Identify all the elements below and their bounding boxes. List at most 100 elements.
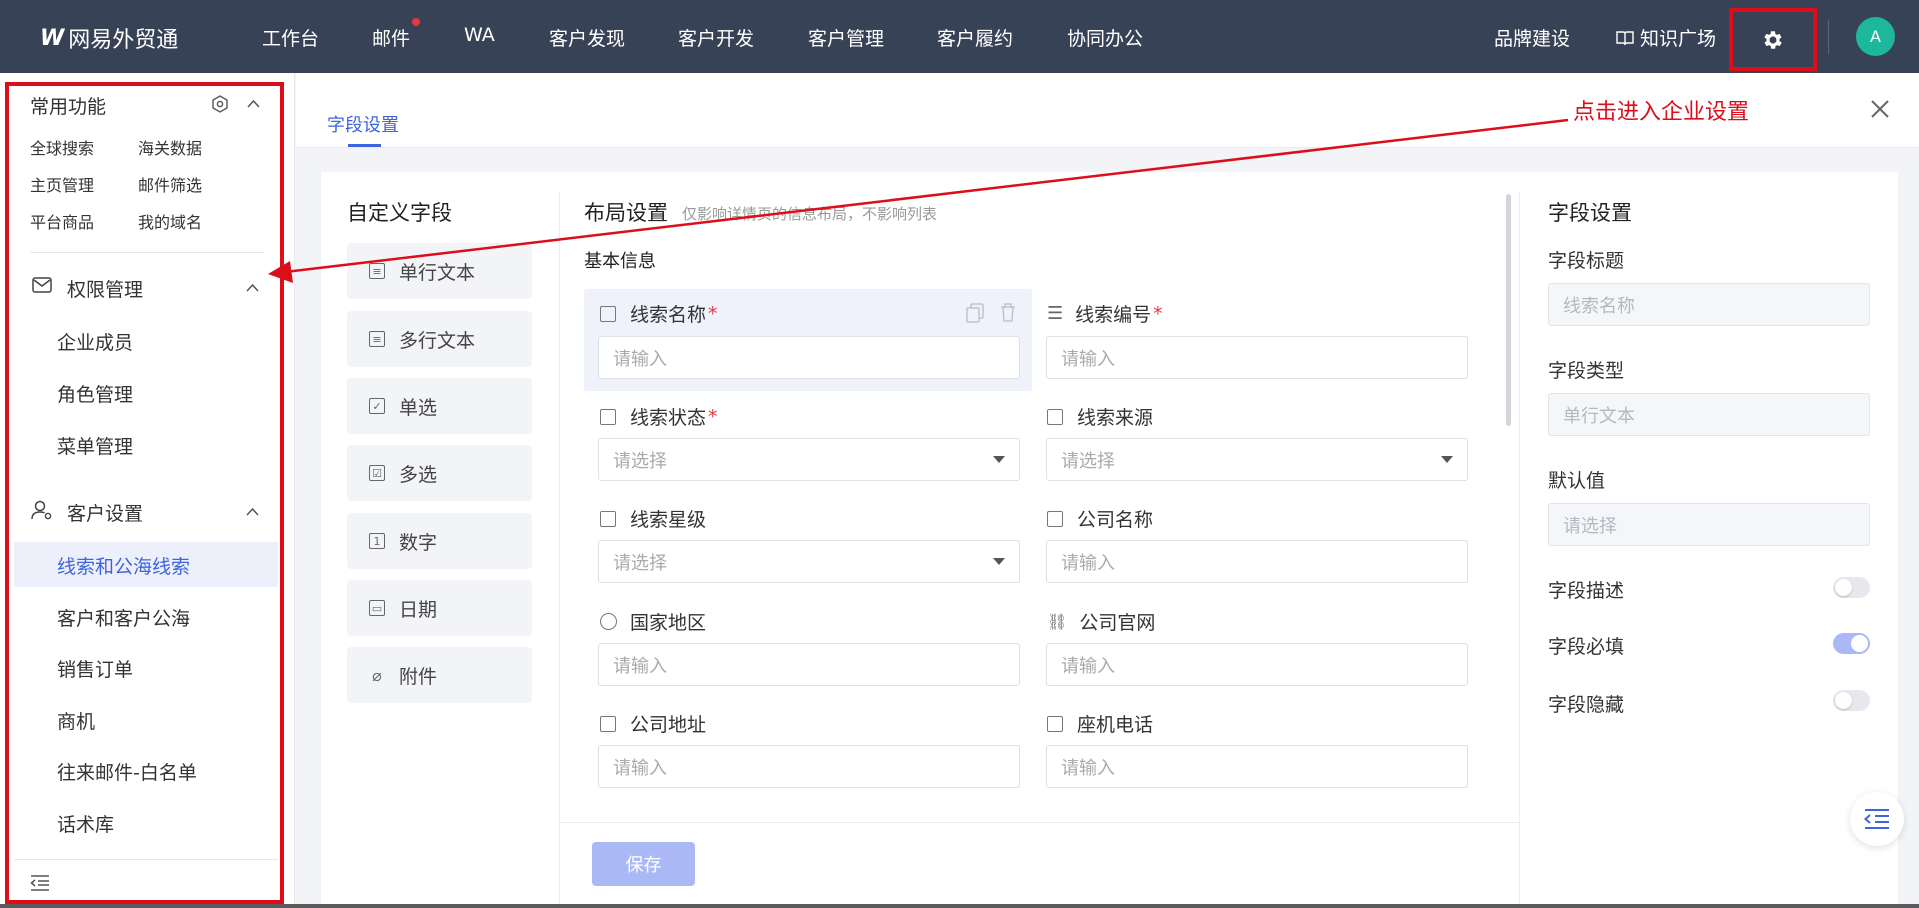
user-avatar[interactable]: A [1856,17,1895,56]
lead-number-input[interactable]: 请输入 [1046,336,1468,379]
nav-mail[interactable]: 邮件 [372,18,421,51]
toggle-label-description: 字段描述 [1548,580,1625,602]
sidebar-item-enterprise-members[interactable]: 企业成员 [57,328,133,355]
toggle-required[interactable] [1833,633,1870,654]
chevron-up-icon[interactable] [246,283,259,292]
sidebar-group-customer-settings[interactable]: 客户设置 [67,499,143,526]
quick-link-global-search[interactable]: 全球搜索 [30,135,94,159]
sidebar-group-permissions[interactable]: 权限管理 [67,275,143,302]
field-type-input[interactable]: 单行文本 [1548,393,1870,436]
sidebar-item-mail-whitelist[interactable]: 往来邮件-白名单 [57,758,197,785]
field-label-company-address[interactable]: 公司地址 [600,710,706,737]
company-address-input[interactable]: 请输入 [598,745,1020,788]
close-icon[interactable] [1867,96,1893,122]
nav-knowledge-square[interactable]: 知识广场 [1616,24,1716,51]
lead-rating-select[interactable]: 请选择 [598,540,1020,583]
field-label-company-name[interactable]: 公司名称 [1047,505,1153,532]
field-type-number[interactable]: 1 数字 [347,513,532,569]
quick-link-my-domain[interactable]: 我的域名 [138,209,202,233]
text-field-icon [600,305,616,322]
nav-customer-development[interactable]: 客户开发 [678,24,754,51]
nav-brand-building[interactable]: 品牌建设 [1494,24,1570,51]
footer-divider [560,822,1519,823]
lead-source-select[interactable]: 请选择 [1046,438,1468,481]
field-label-text: 公司官网 [1079,612,1156,634]
field-type-attachment[interactable]: ⌀ 附件 [347,647,532,703]
company-website-input[interactable]: 请输入 [1046,643,1468,686]
nav-workbench[interactable]: 工作台 [262,24,319,51]
app-logo[interactable]: W 网易外贸通 [40,22,178,54]
sidebar-item-script-library[interactable]: 话术库 [57,810,114,837]
collapse-menu-icon[interactable] [30,875,50,891]
floating-menu-button[interactable] [1850,792,1904,846]
copy-icon[interactable] [966,303,984,323]
placeholder: 请选择 [613,552,667,574]
sidebar-item-menu-management[interactable]: 菜单管理 [57,432,133,459]
field-type-label: 单选 [399,396,438,419]
toggle-description[interactable] [1833,577,1870,598]
field-label-lead-source[interactable]: 线索来源 [1047,403,1153,430]
number-icon: 1 [369,533,385,549]
field-type-label: 单行文本 [399,261,476,284]
chevron-up-icon[interactable] [246,507,259,516]
field-label-company-website[interactable]: ⛓ 公司官网 [1047,608,1155,635]
save-button[interactable]: 保存 [592,842,695,886]
field-type-label: 多选 [399,463,438,486]
nav-mail-label: 邮件 [372,28,411,50]
nav-wa[interactable]: WA [464,24,495,46]
field-label-text: 线索名称 [630,304,707,326]
field-label-lead-number[interactable]: ☰ 线索编号 * [1047,300,1163,327]
calendar-icon: ▭ [369,600,385,616]
field-type-single-select[interactable]: ✓ 单选 [347,378,532,434]
field-label-lead-rating[interactable]: 线索星级 [600,505,706,532]
sidebar-item-sales-orders[interactable]: 销售订单 [57,655,133,682]
company-name-input[interactable]: 请输入 [1046,540,1468,583]
field-type-label: 附件 [399,665,438,688]
field-type-date[interactable]: ▭ 日期 [347,580,532,636]
quick-link-homepage-management[interactable]: 主页管理 [30,172,94,196]
field-label-lead-status[interactable]: 线索状态 * [600,403,718,430]
lead-status-select[interactable]: 请选择 [598,438,1020,481]
default-value-placeholder: 请选择 [1563,515,1617,537]
field-type-single-line-text[interactable]: ≡ 单行文本 [347,243,532,299]
nav-customer-fulfillment[interactable]: 客户履约 [937,24,1013,51]
landline-phone-input[interactable]: 请输入 [1046,745,1468,788]
sidebar-item-customers-and-pool[interactable]: 客户和客户公海 [57,604,190,631]
header-divider [1828,20,1829,54]
default-value-select[interactable]: 请选择 [1548,503,1870,546]
sidebar-item-opportunities[interactable]: 商机 [57,707,95,734]
sidebar-bottom-divider [14,859,278,860]
globe-icon [600,613,617,630]
enterprise-settings-button[interactable] [1729,8,1817,71]
field-label-lead-name[interactable]: 线索名称 * [600,300,718,327]
quick-link-mail-filter[interactable]: 邮件筛选 [138,172,202,196]
list-icon: ☰ [1047,303,1064,324]
field-title-input[interactable]: 线索名称 [1548,283,1870,326]
country-region-input[interactable]: 请输入 [598,643,1020,686]
nav-collaboration[interactable]: 协同办公 [1067,24,1143,51]
layout-scrollbar[interactable] [1506,194,1511,426]
annotation-text: 点击进入企业设置 [1573,100,1750,125]
sidebar-item-leads-and-public-leads[interactable]: 线索和公海线索 [57,552,190,579]
toggle-hidden[interactable] [1833,690,1870,711]
chevron-up-icon[interactable] [247,99,260,108]
multi-checkbox-icon: ☑ [369,465,385,481]
field-type-multi-line-text[interactable]: ≡ 多行文本 [347,311,532,367]
nav-customer-management[interactable]: 客户管理 [808,24,884,51]
nav-customer-discovery[interactable]: 客户发现 [549,24,625,51]
toggle-label-required: 字段必填 [1548,636,1625,658]
field-label-landline-phone[interactable]: 座机电话 [1047,710,1153,737]
field-type-multi-select[interactable]: ☑ 多选 [347,445,532,501]
trash-icon[interactable] [1000,303,1016,322]
tab-field-settings[interactable]: 字段设置 [327,111,399,137]
field-label-country-region[interactable]: 国家地区 [600,608,706,635]
quick-link-platform-products[interactable]: 平台商品 [30,209,94,233]
sidebar-item-role-management[interactable]: 角色管理 [57,380,133,407]
toggle-knob [1835,692,1852,709]
placeholder: 请输入 [1061,552,1115,574]
textarea-field-icon: ≡ [369,331,385,347]
settings-hexagon-icon[interactable] [211,95,229,113]
lead-name-input[interactable]: 请输入 [598,336,1020,379]
quick-link-customs-data[interactable]: 海关数据 [138,135,202,159]
quick-functions-title: 常用功能 [30,96,107,118]
